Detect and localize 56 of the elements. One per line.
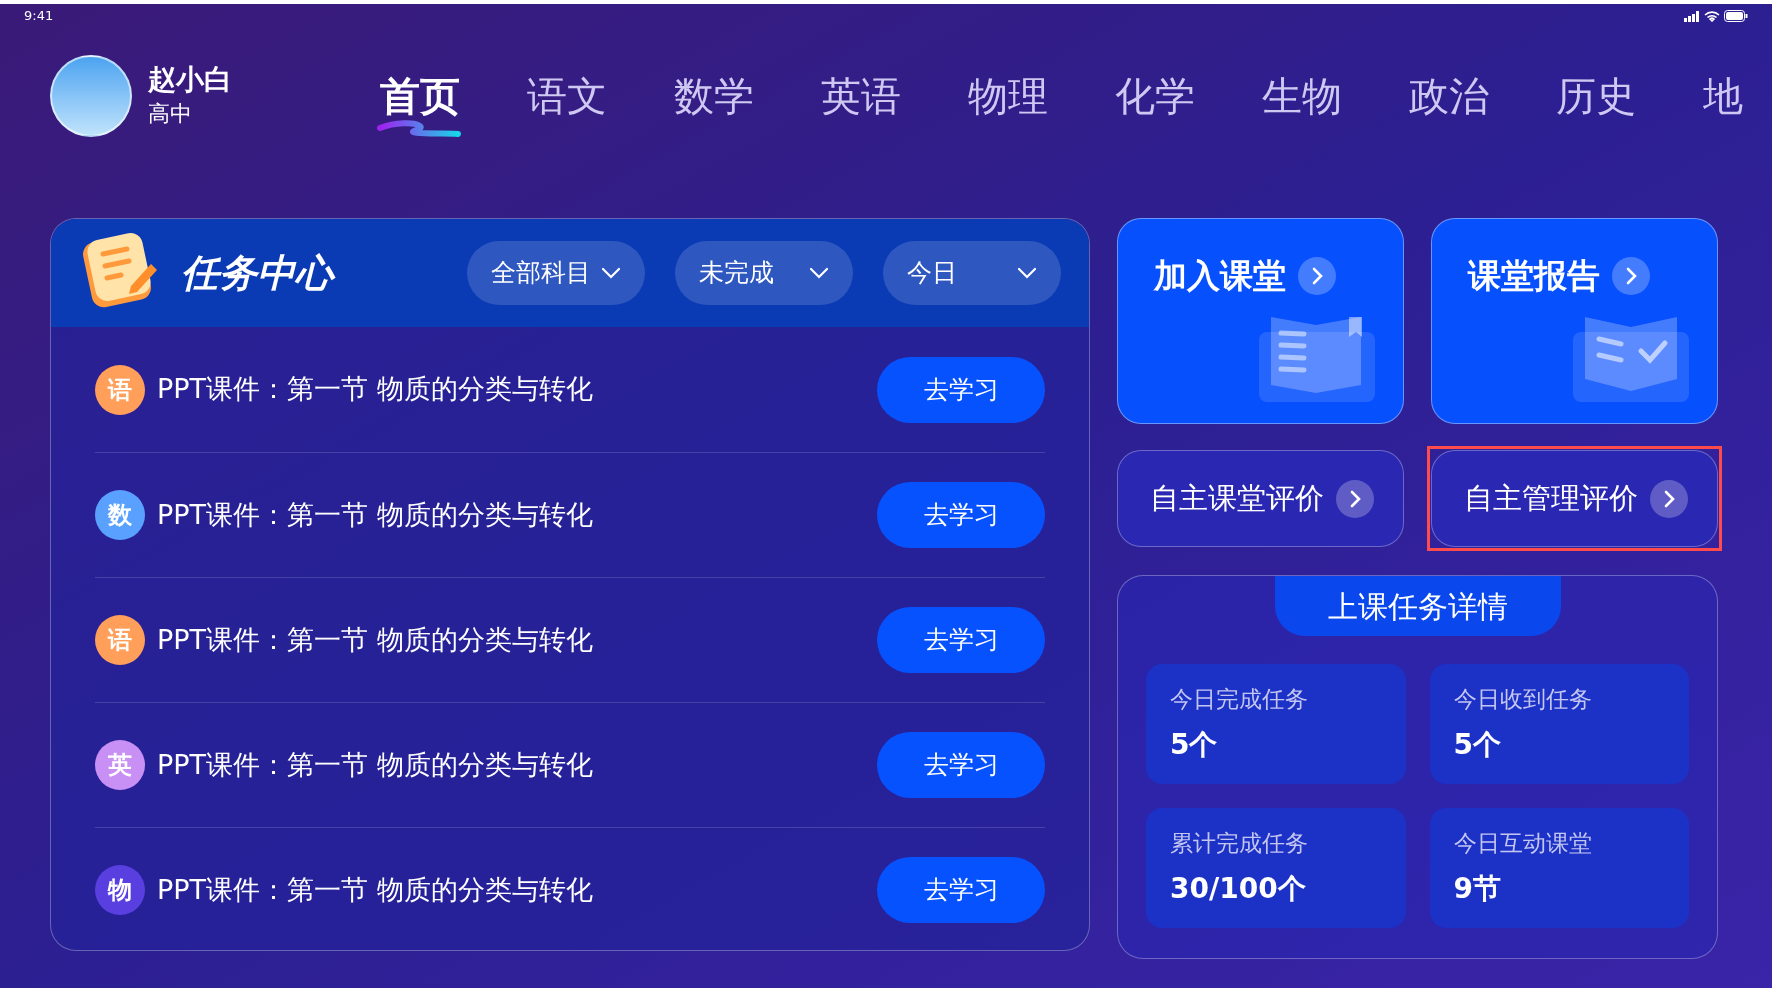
user-name: 赵小白 (148, 62, 233, 98)
subject-badge: 物 (95, 865, 145, 915)
user-grade: 高中 (148, 100, 193, 128)
battery-icon (1724, 10, 1748, 22)
subject-tab[interactable]: 地 (1703, 54, 1743, 138)
subject-tab[interactable]: 生物 (1262, 54, 1342, 138)
stat-value: 9节 (1453, 871, 1502, 908)
stat-value: 30/100个 (1170, 871, 1307, 908)
subject-badge: 英 (95, 740, 145, 790)
stat-label: 今日收到任务 (1453, 684, 1593, 714)
class-details-title: 上课任务详情 (1274, 576, 1561, 636)
subject-tab[interactable]: 英语 (821, 54, 901, 138)
evaluation-card[interactable]: 自主课堂评价 (1117, 450, 1404, 547)
status-time: 9:41 (24, 7, 54, 26)
chevron-down-icon (1017, 267, 1037, 279)
task-title: PPT课件：第一节 物质的分类与转化 (157, 872, 593, 907)
study-button[interactable]: 去学习 (877, 482, 1045, 548)
subject-badge: 语 (95, 364, 145, 415)
study-button[interactable]: 去学习 (877, 607, 1045, 673)
subject-tab[interactable]: 历史 (1556, 54, 1636, 138)
chevron-down-icon (601, 267, 621, 279)
signal-icon (1684, 10, 1700, 22)
stat-label: 今日互动课堂 (1453, 828, 1593, 858)
wifi-icon (1704, 10, 1720, 22)
stat-value: 5个 (1453, 727, 1502, 764)
stat-label: 累计完成任务 (1170, 828, 1309, 858)
filter-dropdown[interactable]: 未完成 (675, 241, 853, 305)
subject-tab[interactable]: 语文 (527, 54, 607, 138)
task-title: PPT课件：第一节 物质的分类与转化 (157, 747, 593, 782)
filter-dropdown[interactable]: 今日 (883, 241, 1061, 305)
quick-action-card[interactable]: 课堂报告 (1431, 218, 1718, 424)
task-title: PPT课件：第一节 物质的分类与转化 (157, 372, 593, 407)
quick-action-card[interactable]: 加入课堂 (1117, 218, 1404, 424)
subject-tab[interactable]: 数学 (674, 54, 754, 138)
task-center-title: 任务中心 (181, 244, 431, 302)
chevron-right-icon (1336, 479, 1374, 518)
chevron-down-icon (809, 267, 829, 279)
evaluation-card[interactable]: 自主管理评价 (1431, 450, 1718, 547)
chevron-right-icon (1650, 479, 1688, 518)
study-button[interactable]: 去学习 (877, 356, 1045, 423)
task-title: PPT课件：第一节 物质的分类与转化 (157, 497, 593, 532)
study-button[interactable]: 去学习 (877, 732, 1045, 798)
filter-dropdown[interactable]: 全部科目 (467, 241, 645, 305)
subject-tab[interactable]: 化学 (1115, 54, 1195, 138)
stat-label: 今日完成任务 (1170, 684, 1309, 714)
subject-tab[interactable]: 政治 (1409, 54, 1489, 138)
stat-value: 5个 (1170, 727, 1219, 764)
subject-badge: 数 (95, 490, 145, 540)
subject-tab[interactable]: 物理 (968, 54, 1048, 138)
squiggle-underline-icon (376, 120, 464, 138)
chevron-right-icon (1612, 256, 1650, 295)
task-title: PPT课件：第一节 物质的分类与转化 (157, 622, 593, 657)
study-button[interactable]: 去学习 (877, 857, 1045, 923)
chevron-right-icon (1298, 256, 1336, 295)
subject-badge: 语 (95, 615, 145, 665)
subject-tab[interactable]: 首页 (380, 54, 460, 138)
